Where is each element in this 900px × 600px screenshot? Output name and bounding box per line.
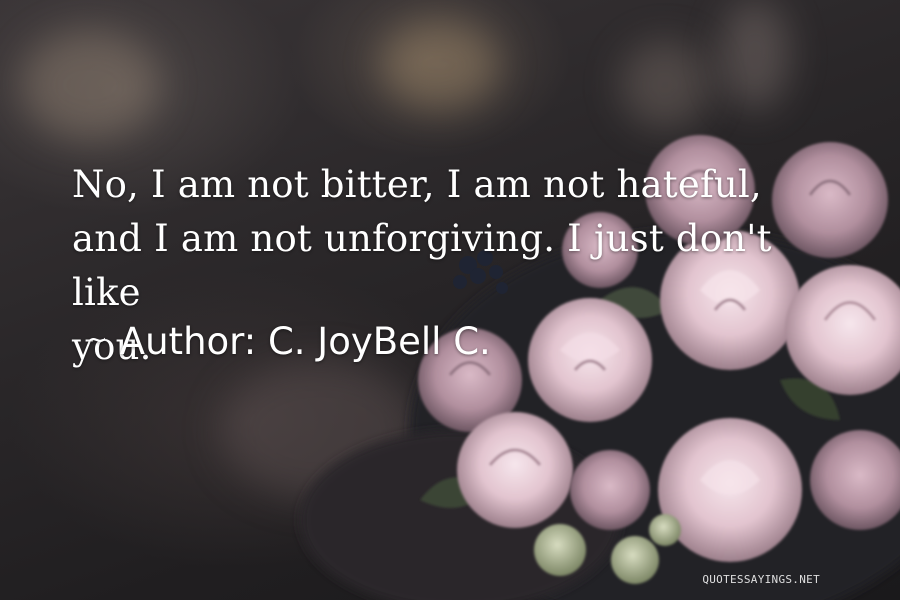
rose	[570, 450, 650, 530]
quote-attribution: ~ Author: C. JoyBell C.	[86, 316, 491, 366]
flower-bud	[649, 514, 681, 546]
site-watermark: QUOTESSAYINGS.NET	[702, 573, 820, 586]
rose	[457, 412, 573, 528]
quote-line: No, I am not bitter, I am not hateful,	[72, 163, 762, 206]
flower-bud	[611, 536, 659, 584]
author-label: Author: C. JoyBell C.	[119, 320, 491, 363]
rose	[658, 418, 802, 562]
flower-bud	[534, 524, 586, 576]
tilde-mark: ~	[86, 325, 108, 355]
quote-line: and I am not unforgiving. I just don't l…	[72, 217, 772, 314]
quote-image: No, I am not bitter, I am not hateful, an…	[0, 0, 900, 600]
